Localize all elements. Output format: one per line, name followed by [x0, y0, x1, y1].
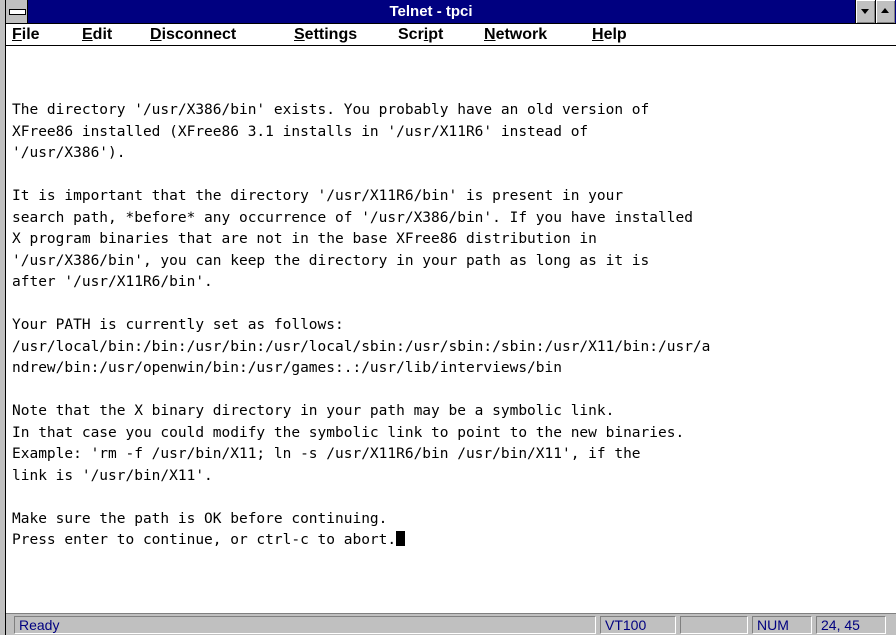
terminal-screen[interactable]: The directory '/usr/X386/bin' exists. Yo…	[6, 46, 896, 613]
minimize-arrow-icon	[861, 9, 869, 14]
status-message: Ready	[14, 616, 596, 634]
terminal-line-text: '/usr/X386/bin', you can keep the direct…	[12, 253, 650, 269]
status-empty-pane	[680, 616, 748, 634]
terminal-line: Press enter to continue, or ctrl-c to ab…	[12, 530, 406, 550]
terminal-line: It is important that the directory '/usr…	[12, 186, 623, 206]
maximize-arrow-icon	[881, 8, 889, 13]
menu-help[interactable]: Help	[592, 24, 627, 45]
terminal-line: '/usr/X386').	[12, 143, 126, 163]
window-title: Telnet - tpci	[389, 3, 473, 20]
terminal-line-text: /usr/local/bin:/bin:/usr/bin:/usr/local/…	[12, 339, 711, 355]
menu-settings[interactable]: Settings	[294, 24, 357, 45]
menu-disconnect[interactable]: Disconnect	[150, 24, 236, 45]
terminal-line-text: '/usr/X386').	[12, 145, 126, 161]
terminal-line-text: search path, *before* any occurrence of …	[12, 210, 693, 226]
terminal-line: Note that the X binary directory in your…	[12, 401, 614, 421]
menu-network[interactable]: Network	[484, 24, 547, 45]
terminal-line-text: X program binaries that are not in the b…	[12, 231, 597, 247]
terminal-line-text: Your PATH is currently set as follows:	[12, 317, 344, 333]
terminal-line-text: ndrew/bin:/usr/openwin/bin:/usr/games:.:…	[12, 360, 562, 376]
terminal-line-text: Press enter to continue, or ctrl-c to ab…	[12, 532, 397, 548]
telnet-window: Telnet - tpci File Edit Disconnect Settings…	[0, 0, 896, 635]
terminal-line-text: Make sure the path is OK before continui…	[12, 511, 388, 527]
menu-file[interactable]: File	[12, 24, 40, 45]
terminal-line-text: link is '/usr/bin/X11'.	[12, 468, 213, 484]
terminal-line-text: The directory '/usr/X386/bin' exists. Yo…	[12, 102, 650, 118]
terminal-line: Your PATH is currently set as follows:	[12, 315, 344, 335]
terminal-line-text: It is important that the directory '/usr…	[12, 188, 624, 204]
terminal-line-text: after '/usr/X11R6/bin'.	[12, 274, 213, 290]
menu-bar: File Edit Disconnect Settings Script Network H…	[6, 24, 896, 46]
status-emulation: VT100	[600, 616, 676, 634]
title-bar[interactable]: Telnet - tpci	[6, 0, 896, 24]
terminal-line: XFree86 installed (XFree86 3.1 installs …	[12, 122, 588, 142]
status-num-lock: NUM	[752, 616, 812, 634]
terminal-line-text: Note that the X binary directory in your…	[12, 403, 615, 419]
terminal-line: search path, *before* any occurrence of …	[12, 208, 693, 228]
text-cursor	[396, 531, 406, 546]
terminal-line: /usr/local/bin:/bin:/usr/bin:/usr/local/…	[12, 337, 710, 357]
terminal-line: The directory '/usr/X386/bin' exists. Yo…	[12, 100, 649, 120]
terminal-line-text: Example: 'rm -f /usr/bin/X11; ln -s /usr…	[12, 446, 641, 462]
status-bar: Ready VT100 NUM 24, 45	[6, 613, 896, 635]
terminal-line: Make sure the path is OK before continui…	[12, 509, 387, 529]
menu-script[interactable]: Script	[398, 24, 443, 45]
terminal-line: '/usr/X386/bin', you can keep the direct…	[12, 251, 649, 271]
maximize-button[interactable]	[875, 0, 895, 23]
menu-edit[interactable]: Edit	[82, 24, 112, 45]
terminal-line-text: XFree86 installed (XFree86 3.1 installs …	[12, 124, 589, 140]
terminal-line: Example: 'rm -f /usr/bin/X11; ln -s /usr…	[12, 444, 641, 464]
minimize-button[interactable]	[855, 0, 875, 23]
terminal-line: X program binaries that are not in the b…	[12, 229, 597, 249]
terminal-line: link is '/usr/bin/X11'.	[12, 466, 213, 486]
terminal-line: ndrew/bin:/usr/openwin/bin:/usr/games:.:…	[12, 358, 562, 378]
terminal-line: In that case you could modify the symbol…	[12, 423, 684, 443]
status-cursor-position: 24, 45	[816, 616, 886, 634]
terminal-line-text: In that case you could modify the symbol…	[12, 425, 685, 441]
terminal-line: after '/usr/X11R6/bin'.	[12, 272, 213, 292]
